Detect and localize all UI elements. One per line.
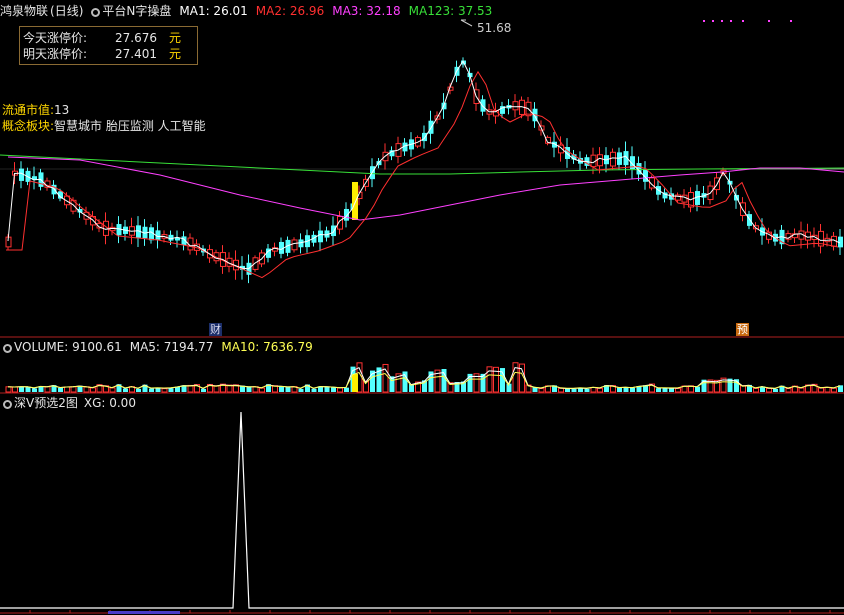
volume-bar	[766, 387, 772, 393]
volume-bar	[70, 386, 77, 393]
volume-bar	[773, 388, 778, 392]
signal-dot	[790, 20, 792, 22]
volume-bar	[90, 387, 96, 393]
forecast-marker[interactable]: 预	[736, 323, 749, 336]
signal-dot	[712, 20, 714, 22]
volume-bar	[344, 387, 349, 392]
volume-bar	[538, 388, 545, 393]
candle	[480, 99, 486, 112]
volume-bar	[285, 386, 291, 392]
candle	[291, 239, 298, 251]
candle	[681, 194, 688, 203]
candle	[512, 101, 519, 111]
volume-bar	[337, 387, 343, 393]
volume-bar	[32, 388, 37, 392]
volume-bar	[590, 386, 597, 393]
volume-bar	[109, 387, 116, 393]
volume-bar	[578, 388, 583, 392]
price-chart[interactable]: 51.68	[0, 0, 844, 338]
volume-bar	[58, 387, 63, 392]
candle	[318, 230, 323, 243]
candle	[344, 208, 349, 221]
volume-bar	[818, 387, 824, 393]
volume-bar	[213, 385, 220, 393]
volume-bar	[5, 386, 12, 393]
volume-bar	[512, 362, 519, 393]
volume-bar	[831, 387, 837, 393]
volume-bar	[656, 388, 661, 392]
volume-bar	[259, 387, 265, 393]
ma2-line	[6, 70, 839, 279]
volume-bar	[558, 387, 564, 393]
volume-bar	[785, 388, 792, 393]
volume-bar	[161, 388, 168, 393]
volume-bar	[12, 386, 18, 393]
volume-bar	[64, 386, 70, 393]
signal-candle	[352, 182, 358, 220]
high-pointer	[460, 19, 473, 27]
signal-dot	[730, 20, 732, 22]
financial-report-marker[interactable]: 财	[209, 323, 222, 336]
volume-bar	[824, 386, 831, 393]
deep-v-signal-line	[0, 411, 844, 609]
volume-bar	[155, 388, 161, 392]
signal-dot	[768, 20, 770, 22]
volume-bar	[617, 387, 622, 392]
volume-bar	[695, 386, 700, 392]
volume-bar	[584, 388, 590, 392]
volume-bar	[324, 386, 330, 392]
range-selector[interactable]	[108, 611, 180, 614]
volume-bar	[175, 386, 180, 392]
candle	[168, 234, 174, 241]
signal-dot	[703, 20, 705, 22]
volume-bar	[168, 388, 174, 392]
volume-bar	[44, 386, 51, 393]
volume-bar	[597, 387, 603, 393]
volume-bar	[123, 388, 128, 392]
signal-dots	[703, 20, 792, 22]
indicator-chart[interactable]	[0, 394, 844, 615]
high-price-label: 51.68	[477, 21, 511, 35]
volume-bar	[669, 388, 674, 392]
signal-dot	[742, 20, 744, 22]
candle	[597, 154, 603, 167]
signal-volume-bar	[352, 374, 358, 392]
volume-bar	[311, 388, 317, 392]
volume-bar	[798, 387, 805, 393]
volume-chart[interactable]	[0, 338, 844, 394]
volume-bar	[246, 386, 252, 392]
volume-bar	[675, 388, 681, 393]
volume-bar	[571, 388, 577, 392]
signal-dot	[721, 20, 723, 22]
volume-bar	[149, 388, 154, 392]
volume-bar	[201, 388, 206, 392]
volume-bar	[298, 388, 304, 392]
volume-bar	[630, 387, 635, 392]
volume-bar	[382, 363, 389, 393]
volume-bar	[623, 387, 629, 392]
ma123-line	[0, 154, 844, 175]
volume-bar	[753, 387, 759, 393]
volume-bar	[136, 388, 141, 392]
volume-bar	[19, 386, 24, 392]
volume-bar	[662, 388, 668, 392]
volume-bar	[565, 388, 570, 392]
candle	[610, 151, 616, 167]
